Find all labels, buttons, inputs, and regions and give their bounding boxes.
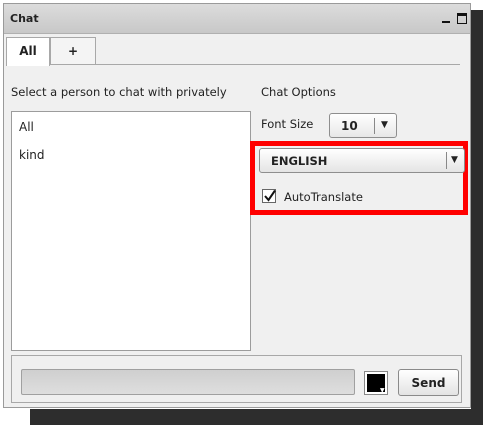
chevron-down-icon: ▼: [451, 155, 458, 165]
tab-all[interactable]: All: [6, 37, 50, 66]
maximize-button[interactable]: [456, 11, 468, 25]
text-color-picker[interactable]: ▼: [364, 371, 388, 395]
list-item[interactable]: kind: [19, 148, 45, 162]
tab-add[interactable]: +: [50, 37, 96, 65]
window-shadow: [30, 409, 483, 425]
person-list[interactable]: All kind: [11, 111, 251, 351]
title-bar[interactable]: Chat: [4, 4, 470, 34]
font-size-dropdown[interactable]: 10 ▼: [329, 113, 397, 138]
dropdown-arrow-icon: ▼: [380, 387, 385, 394]
tab-divider: [6, 64, 460, 65]
person-list-label: Select a person to chat with privately: [11, 85, 227, 99]
window-shadow: [471, 10, 483, 410]
language-value: ENGLISH: [271, 154, 328, 168]
window-title: Chat: [10, 12, 39, 25]
dropdown-separator: [446, 152, 447, 169]
autotranslate-label: AutoTranslate: [284, 190, 363, 204]
send-button[interactable]: Send: [398, 369, 459, 396]
message-input[interactable]: [21, 369, 355, 395]
autotranslate-checkbox[interactable]: [262, 189, 276, 203]
font-size-label: Font Size: [261, 117, 314, 131]
checkmark-icon: [264, 189, 276, 202]
list-item[interactable]: All: [19, 120, 34, 134]
minimize-button[interactable]: [440, 11, 452, 25]
language-dropdown[interactable]: ENGLISH ▼: [259, 148, 465, 173]
chat-options-label: Chat Options: [261, 85, 336, 99]
dropdown-separator: [374, 118, 375, 134]
chevron-down-icon: ▼: [381, 120, 388, 130]
font-size-value: 10: [341, 119, 358, 133]
